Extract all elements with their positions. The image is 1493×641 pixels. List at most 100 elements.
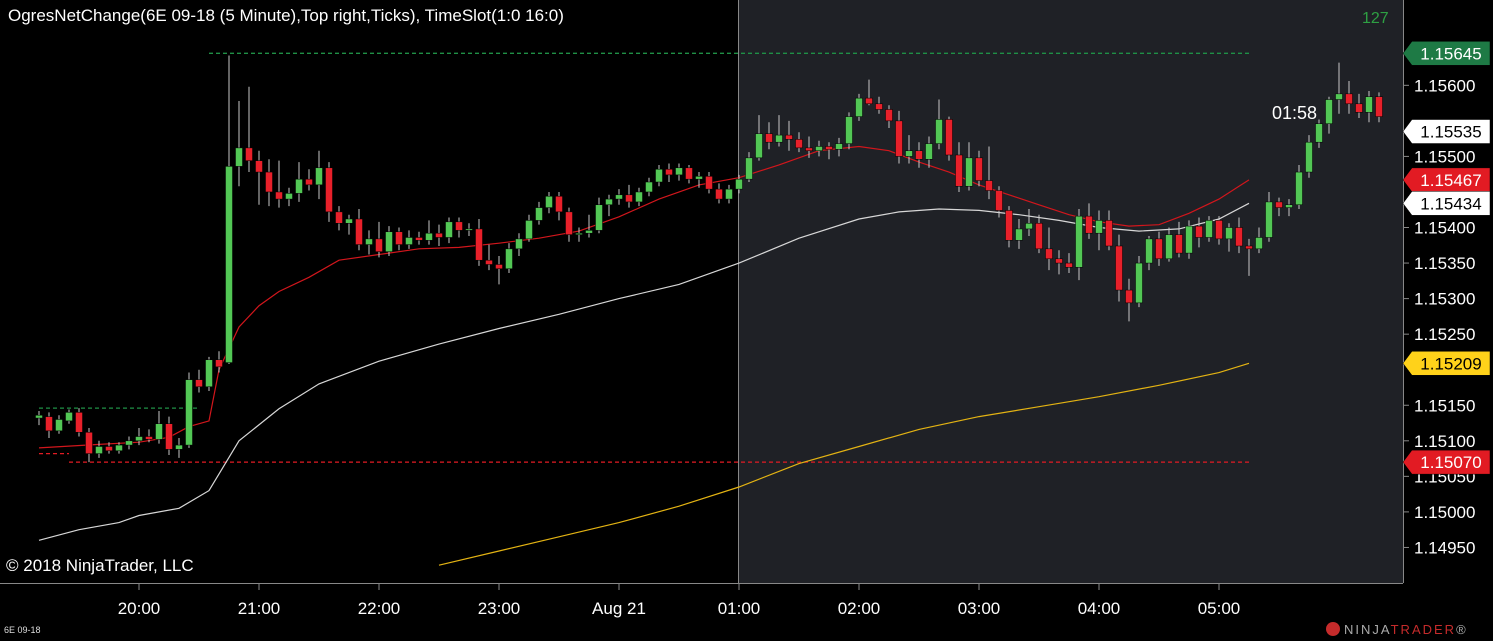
candle[interactable] (945, 116, 953, 161)
candle-body (1335, 93, 1343, 100)
brand-suffix: TRADER (1390, 622, 1457, 637)
candle-body (405, 237, 413, 245)
candle-body (1225, 227, 1233, 240)
candle[interactable] (1185, 220, 1193, 259)
price-label: 1.15467 (1402, 167, 1491, 193)
candle-body (275, 191, 283, 200)
y-tick-label: 1.15500 (1414, 147, 1475, 166)
candle-body (1205, 220, 1213, 238)
y-tick-label: 1.15000 (1414, 503, 1475, 522)
candle-body (375, 238, 383, 252)
candle-body (525, 220, 533, 240)
candle-body (165, 423, 173, 450)
candle-body (205, 359, 213, 388)
candle-body (975, 157, 983, 181)
candle-body (85, 432, 93, 454)
candle-body (575, 232, 583, 235)
candle-body (625, 194, 633, 203)
candle-body (585, 230, 593, 234)
brand-mark-symbol: ® (1456, 622, 1468, 637)
candle-body (685, 167, 693, 180)
candle-body (125, 440, 133, 446)
candle-body (415, 237, 423, 241)
price-label: 1.15070 (1402, 449, 1491, 475)
candle-body (195, 379, 203, 388)
candle-body (1065, 262, 1073, 268)
candle-body (1275, 201, 1283, 208)
candle-body (1315, 123, 1323, 143)
price-label: 1.15535 (1402, 119, 1491, 144)
candle-body (305, 178, 313, 186)
candle-body (435, 232, 443, 238)
candle-body (35, 414, 43, 419)
candle-body (55, 419, 63, 432)
candle-body (425, 232, 433, 241)
candle-body (325, 167, 333, 213)
candle-body (885, 109, 893, 122)
price-chart[interactable]: 1.149501.150001.150501.151001.151501.152… (0, 0, 1493, 641)
candle[interactable] (855, 93, 863, 121)
ninjatrader-logo: NINJATRADER® (1326, 622, 1468, 637)
bar-timer: 01:58 (1272, 103, 1318, 123)
candle-body (1215, 220, 1223, 240)
candle-body (535, 207, 543, 221)
candle[interactable] (845, 112, 853, 150)
y-tick-label: 1.15250 (1414, 325, 1475, 344)
candle-body (1035, 222, 1043, 250)
candle-body (75, 412, 83, 433)
candle-body (345, 218, 353, 224)
candle-body (255, 160, 263, 173)
y-tick-label: 1.15600 (1414, 76, 1475, 95)
candle-body (1185, 225, 1193, 254)
candle-body (485, 259, 493, 265)
copyright-text: © 2018 NinjaTrader, LLC (6, 556, 194, 575)
candle-body (475, 228, 483, 261)
candle-body (155, 423, 163, 440)
candle-body (115, 444, 123, 452)
price-label-text: 1.15467 (1420, 171, 1481, 190)
candle-body (45, 416, 53, 432)
price-label-text: 1.15070 (1420, 453, 1481, 472)
candle[interactable] (185, 372, 193, 448)
candle-body (1345, 93, 1353, 105)
candle-body (365, 238, 373, 245)
candle-body (1235, 227, 1243, 247)
candle-body (1055, 258, 1063, 264)
candle-body (185, 379, 193, 446)
candle-body (745, 157, 753, 180)
x-tick-label: 21:00 (238, 599, 281, 618)
candle-body (815, 146, 823, 151)
candle-body (135, 436, 143, 442)
candle-body (805, 147, 813, 151)
candle-body (705, 176, 713, 190)
candle[interactable] (205, 356, 213, 392)
session-background (739, 0, 1404, 583)
candle-body (695, 176, 703, 180)
candle-body (355, 218, 363, 245)
candle-body (635, 191, 643, 203)
candle-body (1005, 210, 1013, 241)
candle-body (215, 359, 223, 368)
candle-body (1165, 234, 1173, 260)
candle[interactable] (75, 408, 83, 437)
candle[interactable] (1135, 255, 1143, 308)
candle-body (265, 171, 273, 193)
candle-body (835, 143, 843, 150)
y-tick-label: 1.15150 (1414, 396, 1475, 415)
candle-body (615, 194, 623, 200)
x-tick-label: 01:00 (718, 599, 761, 618)
price-label-text: 1.15645 (1420, 44, 1481, 63)
candle-body (855, 97, 863, 117)
y-tick-label: 1.15350 (1414, 254, 1475, 273)
candle-body (1095, 220, 1103, 234)
candle-body (785, 134, 793, 140)
candle-body (145, 436, 153, 440)
candle-body (285, 193, 293, 200)
candle-body (1285, 204, 1293, 208)
candle-body (1015, 228, 1023, 241)
candle-body (845, 116, 853, 144)
candle-body (245, 147, 253, 161)
candle-body (235, 147, 243, 167)
candle-body (605, 198, 613, 206)
candle-body (1295, 171, 1303, 206)
